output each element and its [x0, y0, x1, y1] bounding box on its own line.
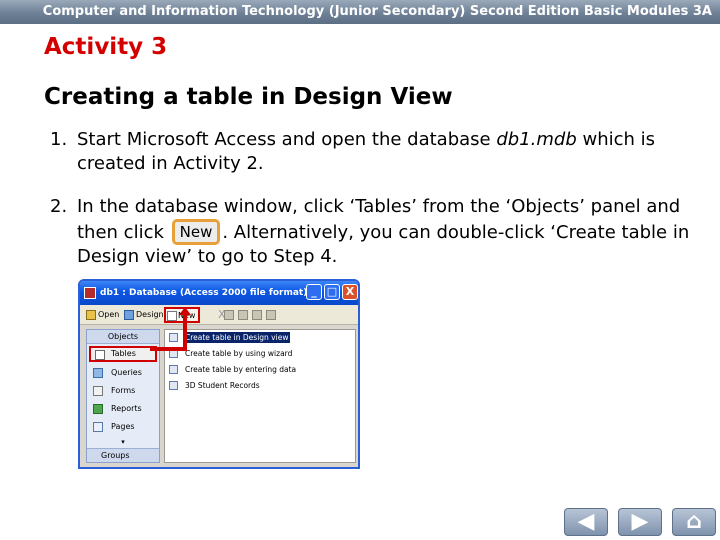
home-button[interactable]: ⌂ [672, 508, 716, 536]
step-text: In the database window, click ‘Tables’ f… [50, 195, 700, 269]
list-item[interactable]: Create table in Design view [169, 330, 355, 346]
datasheet-icon [169, 365, 178, 374]
design-label: Design [136, 310, 164, 319]
chevron-down-icon[interactable]: ▾ [87, 436, 159, 448]
list-item[interactable]: Create table by entering data [165, 362, 355, 378]
step-2: 2. In the database window, click ‘Tables… [50, 195, 700, 269]
objects-item-label: Forms [111, 386, 136, 395]
open-label: Open [98, 310, 120, 319]
header-banner: Computer and Information Technology (Jun… [0, 0, 720, 24]
report-icon [93, 404, 103, 414]
pointer-arrow [183, 313, 187, 349]
database-filename: db1.mdb [496, 129, 577, 150]
list-item-label: Create table by entering data [185, 365, 297, 374]
pointer-arrow-connector [150, 347, 187, 351]
table-icon [95, 350, 105, 360]
access-database-window: db1 : Database (Access 2000 file format)… [78, 279, 360, 469]
design-icon [124, 310, 134, 320]
objects-header[interactable]: Objects [87, 330, 159, 344]
minimize-button[interactable]: _ [306, 284, 322, 300]
database-toolbar: Open Design New X [80, 305, 358, 325]
open-button[interactable]: Open [86, 308, 119, 322]
step-text: Start Microsoft Access and open the data… [50, 128, 700, 176]
groups-header[interactable]: Groups [87, 448, 159, 462]
delete-button[interactable]: X [206, 308, 226, 322]
objects-item-pages[interactable]: Pages [87, 418, 159, 436]
window-title: db1 : Database (Access 2000 file format) [100, 288, 308, 298]
step-number: 2. [50, 196, 68, 217]
access-app-icon [84, 287, 96, 299]
design-button[interactable]: Design [124, 308, 164, 322]
list-item[interactable]: Create table by using wizard [165, 346, 355, 362]
object-list: Create table in Design view Create table… [164, 329, 356, 463]
close-button[interactable]: X [342, 284, 358, 300]
list-item-label: Create table in Design view [183, 332, 291, 343]
window-titlebar[interactable]: db1 : Database (Access 2000 file format)… [80, 281, 358, 305]
activity-title: Activity 3 [44, 34, 168, 60]
section-title: Creating a table in Design View [44, 84, 453, 110]
previous-slide-button[interactable]: ◀ [564, 508, 608, 536]
design-view-icon [169, 333, 178, 342]
new-icon [167, 311, 177, 321]
objects-item-queries[interactable]: Queries [87, 364, 159, 382]
objects-panel: Objects Tables Queries Forms Reports Pag… [86, 329, 160, 463]
open-icon [86, 310, 96, 320]
table-icon [169, 381, 178, 390]
new-button-inline: New [171, 219, 221, 245]
next-slide-button[interactable]: ▶ [618, 508, 662, 536]
query-icon [93, 368, 103, 378]
step-text-before: Start Microsoft Access and open the data… [77, 129, 497, 150]
step-1: 1. Start Microsoft Access and open the d… [50, 128, 700, 176]
objects-item-label: Pages [111, 422, 135, 431]
step-number: 1. [50, 129, 68, 150]
page-icon [93, 422, 103, 432]
objects-item-tables[interactable]: Tables [89, 346, 157, 362]
maximize-button[interactable]: □ [324, 284, 340, 300]
view-icon[interactable] [266, 310, 276, 320]
header-text: Computer and Information Technology (Jun… [42, 4, 712, 19]
list-item[interactable]: 3D Student Records [165, 378, 355, 394]
objects-item-reports[interactable]: Reports [87, 400, 159, 418]
view-icon[interactable] [224, 310, 234, 320]
objects-item-forms[interactable]: Forms [87, 382, 159, 400]
view-icon[interactable] [252, 310, 262, 320]
form-icon [93, 386, 103, 396]
view-icon[interactable] [238, 310, 248, 320]
objects-item-label: Reports [111, 404, 142, 413]
list-item-label: Create table by using wizard [185, 349, 293, 358]
list-item-label: 3D Student Records [185, 381, 260, 390]
objects-item-label: Queries [111, 368, 142, 377]
objects-item-label: Tables [111, 349, 136, 358]
